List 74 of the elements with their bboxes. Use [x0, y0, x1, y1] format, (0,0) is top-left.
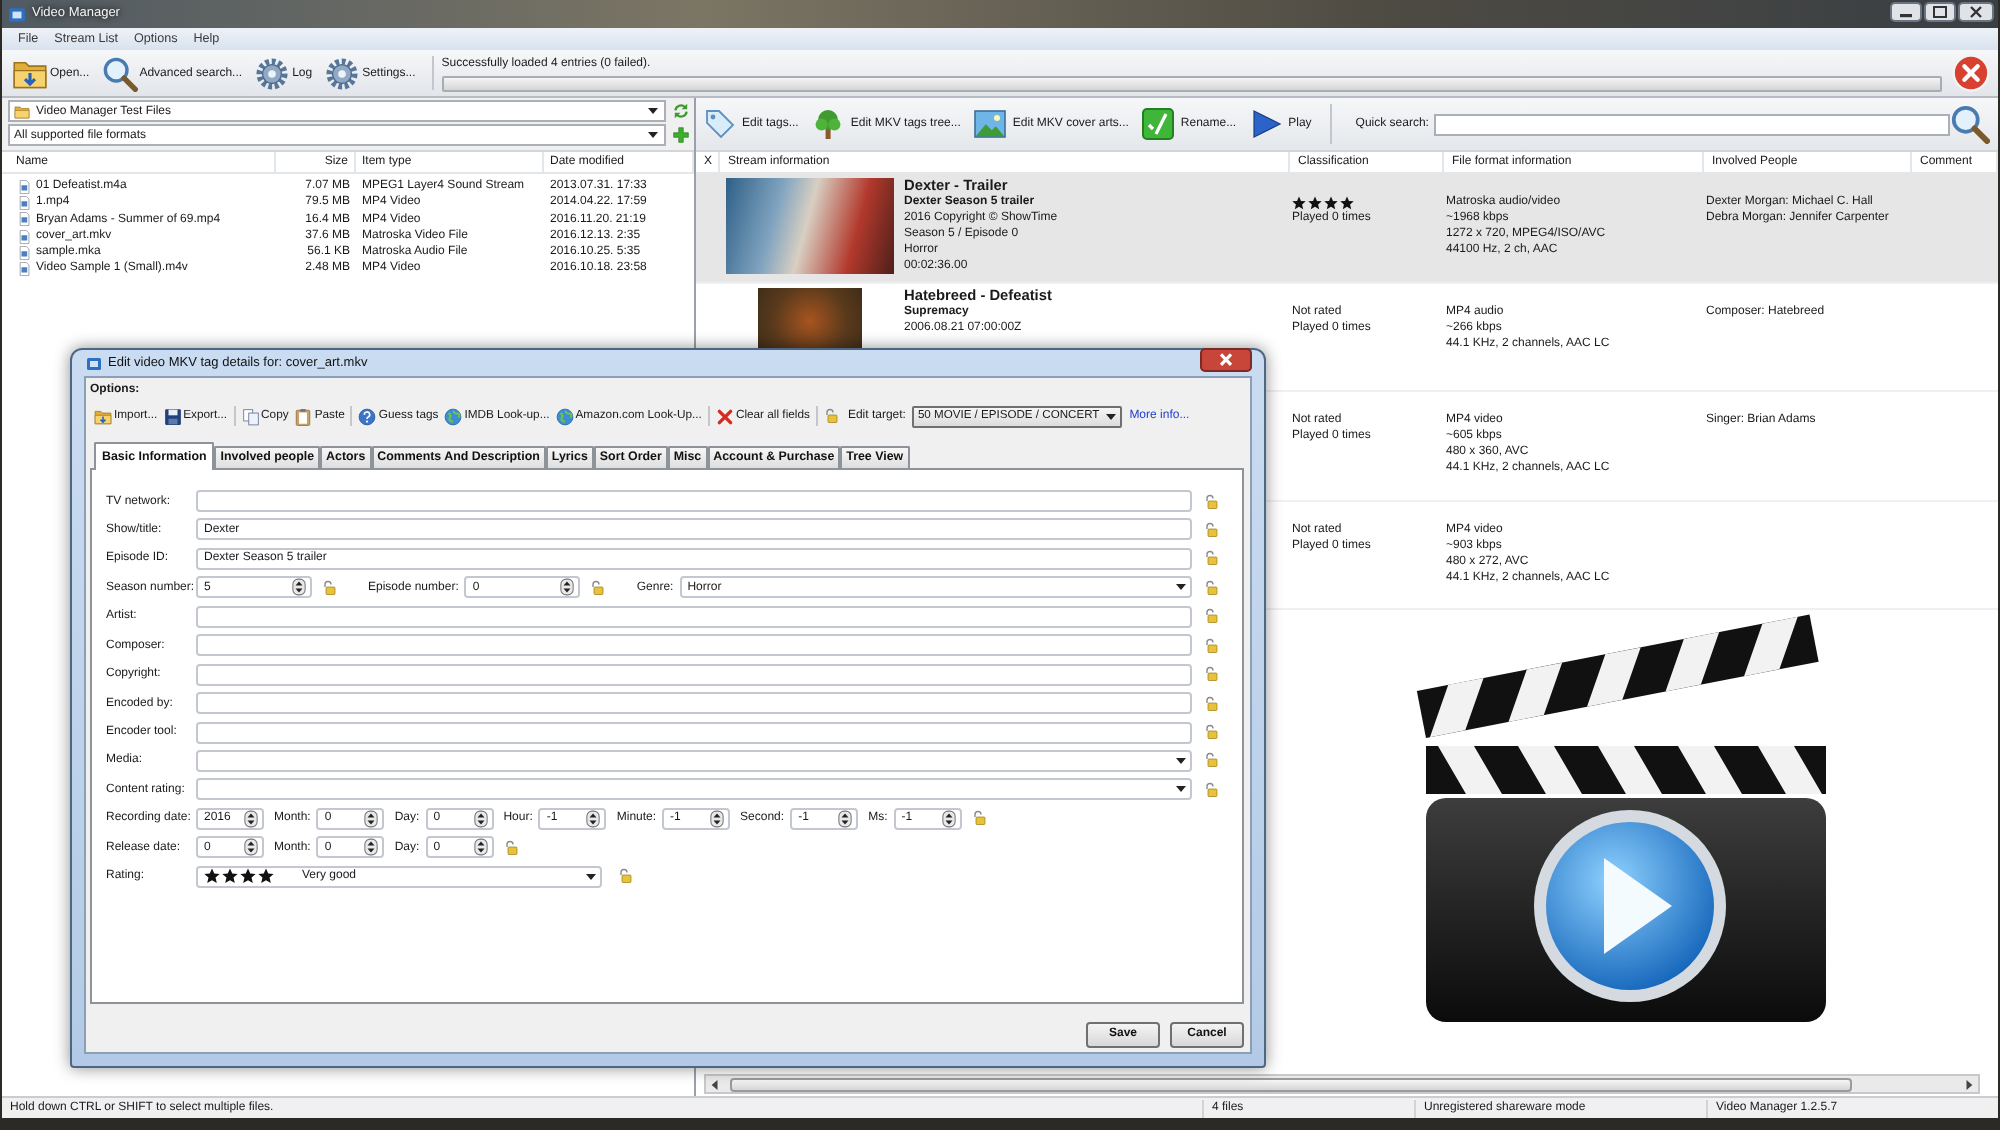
scroll-left-icon[interactable]	[710, 1077, 720, 1091]
text-field[interactable]	[196, 605, 1192, 628]
lock-icon[interactable]	[1204, 521, 1220, 538]
lock-icon[interactable]	[1204, 695, 1220, 712]
spinner-icon[interactable]	[710, 809, 725, 828]
globe-icon	[444, 407, 463, 425]
spinner-icon[interactable]	[244, 838, 258, 857]
spinner-icon[interactable]	[364, 809, 379, 828]
spinner-icon[interactable]	[941, 809, 956, 828]
spinner-icon[interactable]	[586, 809, 601, 828]
cross-icon	[715, 407, 734, 425]
gear-icon	[324, 55, 361, 91]
lock-icon[interactable]	[1204, 637, 1220, 654]
caret-icon	[648, 108, 658, 114]
refresh-icon[interactable]	[672, 102, 690, 120]
text-field[interactable]	[196, 663, 1192, 686]
help-icon	[358, 407, 377, 425]
app-icon	[86, 355, 102, 371]
picture-icon	[974, 108, 1007, 140]
lock-icon[interactable]	[1204, 550, 1220, 567]
search-icon[interactable]	[1950, 104, 1990, 144]
lock-icon[interactable]	[503, 839, 520, 856]
spinner-icon[interactable]	[560, 578, 575, 597]
lock-icon[interactable]	[823, 408, 840, 424]
scrollbar-thumb[interactable]	[730, 1077, 1852, 1091]
spinner-icon[interactable]	[473, 809, 488, 828]
search-icon	[101, 55, 138, 91]
check-tile-icon	[1142, 108, 1175, 140]
spinner-icon[interactable]	[838, 809, 853, 828]
close-icon[interactable]	[1958, 2, 1994, 22]
spinner-icon[interactable]	[364, 838, 379, 857]
caret-icon	[586, 873, 596, 880]
lock-icon[interactable]	[618, 868, 634, 885]
minimize-icon[interactable]	[1890, 2, 1922, 22]
copy-icon	[241, 407, 260, 425]
lock-icon[interactable]	[1204, 579, 1220, 596]
lock-icon[interactable]	[1204, 724, 1220, 740]
text-field[interactable]	[196, 721, 1192, 743]
lock-icon[interactable]	[1204, 781, 1220, 798]
spinner-icon[interactable]	[292, 578, 306, 597]
play-icon	[1250, 108, 1283, 140]
text-field[interactable]	[196, 490, 1192, 512]
folder-icon	[14, 103, 30, 119]
dropdown-field[interactable]	[196, 749, 1192, 772]
lock-icon[interactable]	[1204, 493, 1220, 509]
text-field[interactable]	[196, 692, 1192, 715]
caret-icon	[1176, 757, 1186, 764]
plus-icon[interactable]	[672, 126, 690, 144]
caret-icon	[1176, 786, 1186, 793]
search-field[interactable]	[1434, 113, 1950, 135]
caret-icon	[1176, 584, 1186, 591]
caret-icon	[648, 132, 658, 138]
text-field[interactable]	[196, 634, 1192, 657]
lock-icon[interactable]	[1204, 666, 1220, 683]
gear-icon	[254, 55, 291, 91]
lock-icon[interactable]	[971, 810, 988, 827]
lock-icon[interactable]	[1204, 608, 1220, 625]
tree-icon	[812, 108, 845, 140]
spinner-icon[interactable]	[244, 809, 258, 828]
tag-icon	[704, 108, 736, 140]
globe-icon	[555, 407, 574, 425]
app-icon	[8, 5, 26, 23]
scroll-right-icon[interactable]	[1964, 1077, 1974, 1091]
lock-icon[interactable]	[322, 579, 338, 596]
stream-row[interactable]	[696, 174, 1998, 283]
lock-icon[interactable]	[1204, 752, 1220, 769]
clipboard-icon	[294, 407, 313, 425]
caret-icon	[1105, 413, 1116, 419]
lock-icon[interactable]	[590, 579, 607, 596]
maximize-icon[interactable]	[1924, 2, 1956, 22]
close-icon[interactable]	[1200, 348, 1252, 372]
spinner-icon[interactable]	[473, 838, 488, 857]
dropdown-field[interactable]	[196, 778, 1192, 801]
folder-icon	[94, 407, 112, 425]
